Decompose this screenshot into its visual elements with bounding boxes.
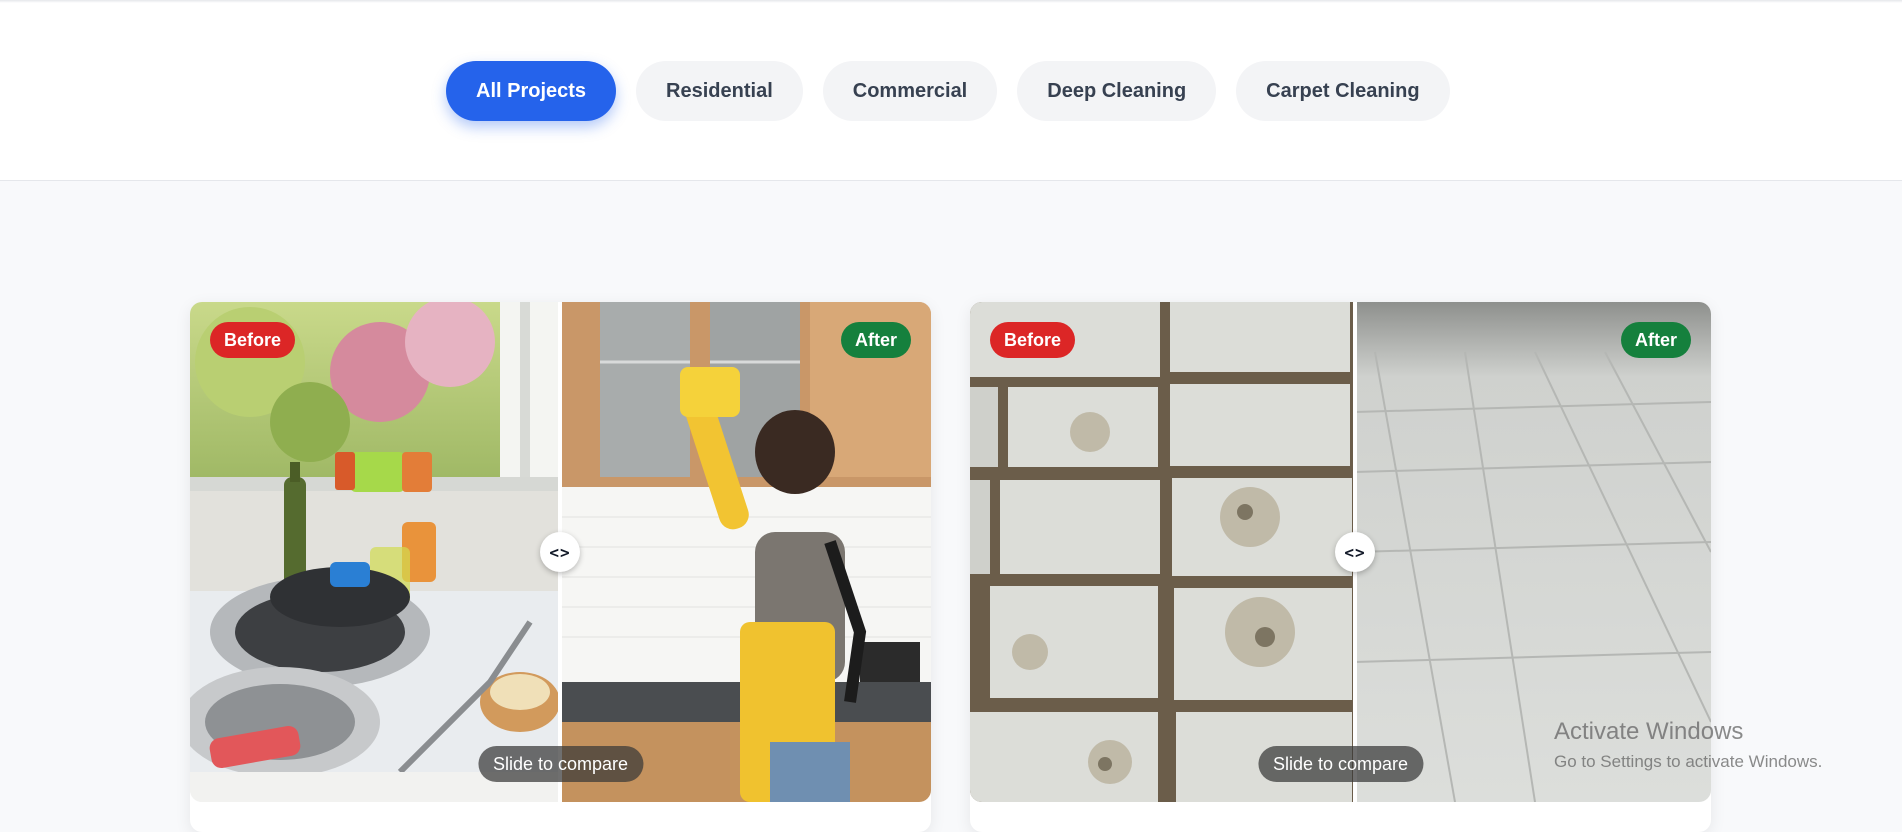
after-image [560,302,931,802]
before-after-comparison[interactable]: <> Before After Slide to compare [190,302,931,802]
filter-all-projects-button[interactable]: All Projects [446,61,617,121]
before-image [190,302,560,802]
filter-deep-cleaning-button[interactable]: Deep Cleaning [1017,61,1217,121]
before-badge: Before [990,322,1076,358]
filter-residential-button[interactable]: Residential [636,61,803,121]
after-badge: After [840,322,911,358]
header-shadow [0,0,1902,3]
slide-to-compare-hint: Slide to compare [1257,746,1424,782]
activate-windows-watermark: Activate Windows Go to Settings to activ… [1554,718,1822,772]
before-image [970,302,1355,802]
arrows-left-right-icon[interactable]: <> [1335,532,1375,572]
filter-commercial-button[interactable]: Commercial [822,61,998,121]
after-badge: After [1620,322,1691,358]
project-card: <> Before After Slide to compare [190,302,931,832]
filter-tabs: All Projects Residential Commercial Deep… [446,61,1450,121]
filter-bar: All Projects Residential Commercial Deep… [0,0,1902,181]
before-badge: Before [210,322,296,358]
watermark-title: Activate Windows [1554,718,1744,745]
watermark-subtitle: Go to Settings to activate Windows. [1554,752,1823,771]
slide-to-compare-hint: Slide to compare [477,746,644,782]
filter-carpet-cleaning-button[interactable]: Carpet Cleaning [1236,61,1450,121]
arrows-left-right-icon[interactable]: <> [540,532,580,572]
